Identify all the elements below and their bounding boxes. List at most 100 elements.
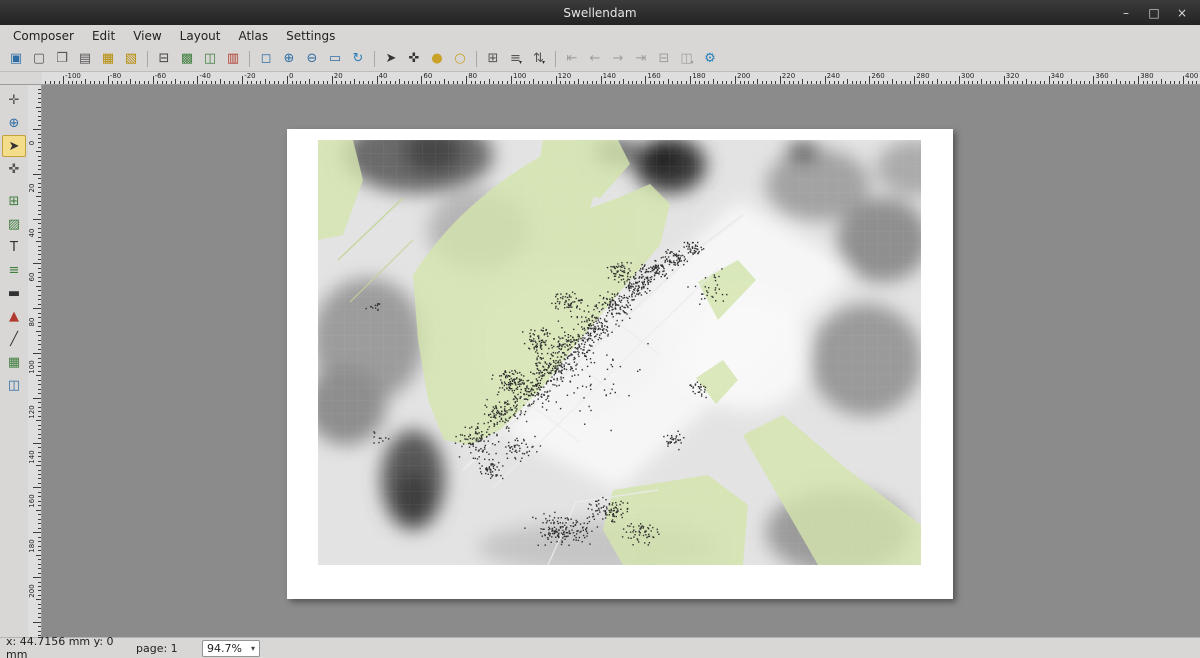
zoom-tool[interactable]: ⊕ [2,112,26,134]
menu-edit[interactable]: Edit [83,27,124,45]
zoom-in-icon: ⊕ [284,52,295,65]
add-shape-tool[interactable]: ▲ [2,305,26,327]
item-toolbox: ✛ ⊕ ➤ ✜ ⊞▨T ≡ ▬ ▲ ╱▦ ◫ [0,85,28,637]
add-attribute-table-tool[interactable]: ▦ [2,351,26,373]
export-as-image-button[interactable]: ▩ [176,48,198,70]
toolbar-separator [147,51,148,67]
add-map-tool[interactable]: ⊞ [2,190,26,212]
move-item-content-button[interactable]: ✜ [403,48,425,70]
main-area: ✛ ⊕ ➤ ✜ ⊞▨T ≡ ▬ ▲ ╱▦ ◫ 02040608010012014016018020… [0,85,1200,637]
export-as-svg-button[interactable]: ◫ [199,48,221,70]
group-items-button[interactable]: ⊞ [482,48,504,70]
maximize-button[interactable]: □ [1148,6,1160,20]
dropdown-arrow-icon: ▾ [542,59,545,69]
minimize-button[interactable]: – [1120,6,1132,20]
atlas-settings-icon: ⚙ [704,52,716,65]
atlas-settings-button[interactable]: ⚙ [699,48,721,70]
window-title: Swellendam [0,6,1200,20]
export-atlas-button[interactable]: ◫▾ [676,48,698,70]
page-indicator: page: 1 [136,642,202,655]
move-item-content-tool[interactable]: ✜ [2,158,26,180]
toolbar-separator [555,51,556,67]
add-image-tool[interactable]: ▨ [2,213,26,235]
zoom-actual-button[interactable]: ▭ [324,48,346,70]
menubar: ComposerEditViewLayoutAtlasSettings [0,25,1200,46]
new-composition-button[interactable]: ▢ [28,48,50,70]
dropdown-arrow-icon: ▾ [519,59,522,69]
zoom-select[interactable]: 94.7% ▾ [202,640,260,657]
add-legend-tool[interactable]: ≡ [2,259,26,281]
statusbar: x: 44.7156 mm y: 0 mm page: 1 94.7% ▾ [0,637,1200,658]
atlas-previous-feature-button[interactable]: ← [584,48,606,70]
refresh-view-button[interactable]: ↻ [347,48,369,70]
add-arrow-tool[interactable]: ╱ [2,328,26,350]
add-html-frame-tool[interactable]: ◫ [2,374,26,396]
atlas-next-feature-button[interactable]: → [607,48,629,70]
add-html-frame-icon: ◫ [8,379,20,392]
atlas-last-feature-button[interactable]: ⇥ [630,48,652,70]
pan-tool[interactable]: ✛ [2,89,26,111]
add-scalebar-tool[interactable]: ▬ [2,282,26,304]
zoom-full-icon: ◻ [261,52,272,65]
zoom-in-button[interactable]: ⊕ [278,48,300,70]
save-project-icon: ▣ [10,52,22,65]
print-button[interactable]: ⊟ [153,48,175,70]
print-atlas-icon: ⊟ [659,52,670,65]
menu-view[interactable]: View [124,27,170,45]
layout-page [287,129,953,599]
composition-manager-icon: ▤ [79,52,91,65]
zoom-icon: ⊕ [9,117,20,130]
atlas-first-feature-icon: ⇤ [567,52,578,65]
composition-manager-button[interactable]: ▤ [74,48,96,70]
atlas-first-feature-button[interactable]: ⇤ [561,48,583,70]
toolbar-separator [374,51,375,67]
unlock-all-items-icon: ○ [454,52,465,65]
group-items-icon: ⊞ [488,52,499,65]
pan-icon: ✛ [9,94,20,107]
select-move-item-button[interactable]: ➤ [380,48,402,70]
duplicate-composition-icon: ❐ [56,52,68,65]
raise-items-button[interactable]: ⇅▾ [528,48,550,70]
close-button[interactable]: × [1176,6,1188,20]
menu-composer[interactable]: Composer [4,27,83,45]
menu-atlas[interactable]: Atlas [229,27,277,45]
save-project-button[interactable]: ▣ [5,48,27,70]
cursor-position: x: 44.7156 mm y: 0 mm [6,635,136,658]
refresh-view-icon: ↻ [353,52,364,65]
map-item[interactable] [318,140,921,565]
duplicate-composition-button[interactable]: ❐ [51,48,73,70]
export-as-svg-icon: ◫ [204,52,216,65]
new-composition-icon: ▢ [33,52,45,65]
ruler-row: -100-80-60-40-20020406080100120140160180… [0,72,1200,85]
move-item-content-icon: ✜ [409,52,420,65]
save-as-template-button[interactable]: ▦ [97,48,119,70]
layout-canvas[interactable] [42,85,1200,637]
menu-layout[interactable]: Layout [171,27,230,45]
atlas-last-feature-icon: ⇥ [636,52,647,65]
zoom-out-button[interactable]: ⊖ [301,48,323,70]
export-as-pdf-button[interactable]: ▥ [222,48,244,70]
print-atlas-button[interactable]: ⊟ [653,48,675,70]
export-as-pdf-icon: ▥ [227,52,239,65]
lock-selected-items-button[interactable]: ● [426,48,448,70]
add-items-from-template-button[interactable]: ▧ [120,48,142,70]
add-shape-icon: ▲ [9,310,19,323]
align-items-button[interactable]: ≡▾ [505,48,527,70]
ruler-corner [0,72,42,85]
lock-selected-items-icon: ● [431,52,442,65]
add-label-tool[interactable]: T [2,236,26,258]
select-move-item-tool[interactable]: ➤ [2,135,26,157]
select-move-item-icon: ➤ [9,140,20,153]
vertical-ruler: 020406080100120140160180200 [28,85,42,637]
unlock-all-items-button[interactable]: ○ [449,48,471,70]
add-legend-icon: ≡ [9,264,20,277]
save-as-template-icon: ▦ [102,52,114,65]
horizontal-ruler: -100-80-60-40-20020406080100120140160180… [42,72,1200,85]
menu-settings[interactable]: Settings [277,27,344,45]
add-items-from-template-icon: ▧ [125,52,137,65]
window-controls: – □ × [1120,6,1200,20]
export-as-image-icon: ▩ [181,52,193,65]
zoom-full-button[interactable]: ◻ [255,48,277,70]
zoom-out-icon: ⊖ [307,52,318,65]
zoom-value: 94.7% [207,642,242,655]
